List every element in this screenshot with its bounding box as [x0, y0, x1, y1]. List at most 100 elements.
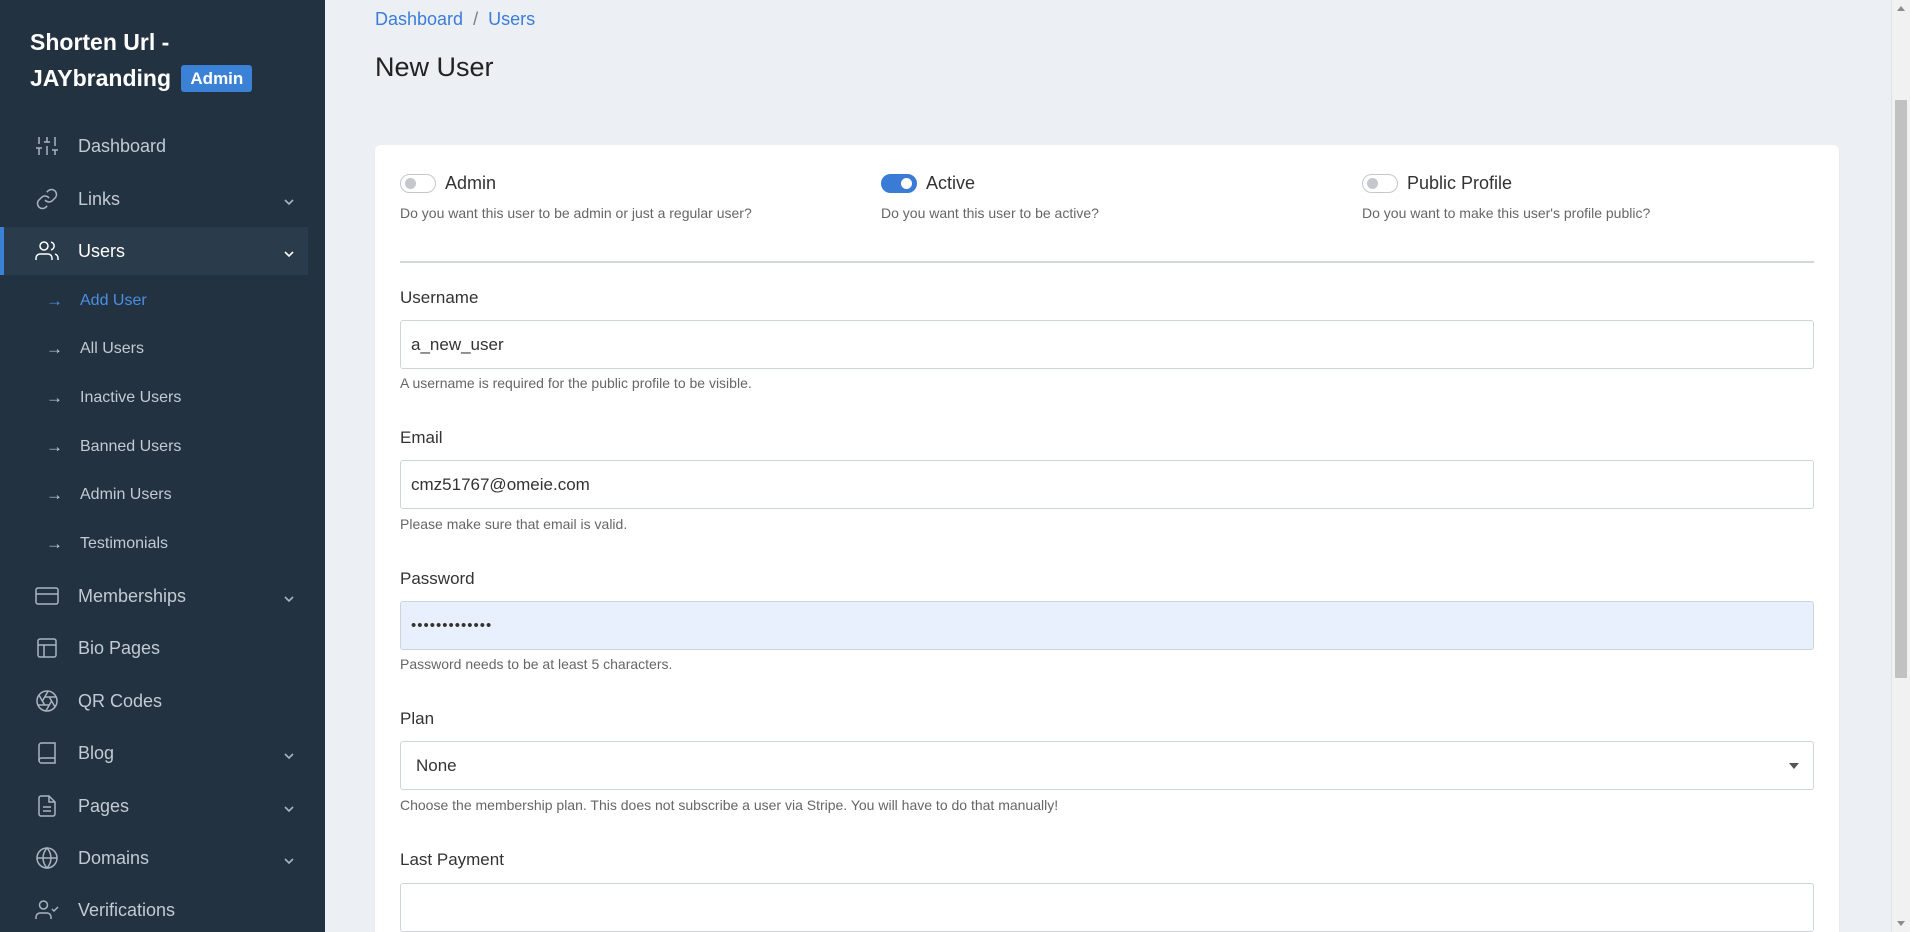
email-label: Email: [400, 428, 443, 447]
email-field[interactable]: cmz51767@omeie.com: [400, 460, 1814, 509]
public-profile-toggle-label: Public Profile: [1407, 172, 1513, 193]
submenu-item-label: Testimonials: [80, 535, 169, 552]
sidebar-item-label: Blog: [78, 742, 115, 763]
breadcrumb: Dashboard / Users: [375, 9, 535, 30]
password-field[interactable]: •••••••••••••: [400, 601, 1814, 650]
sidebar-item-label: Users: [78, 240, 126, 261]
active-toggle-help: Do you want this user to be active?: [881, 205, 1099, 221]
user-check-icon: [34, 897, 60, 923]
submenu-item-testimonials[interactable]: → Testimonials: [0, 524, 325, 564]
password-value: •••••••••••••: [411, 617, 493, 634]
sidebar-item-label: Memberships: [78, 585, 187, 606]
breadcrumb-separator: /: [473, 9, 479, 29]
public-profile-toggle-group: Public Profile Do you want to make this …: [1362, 171, 1762, 221]
sidebar-item-dashboard[interactable]: Dashboard: [0, 122, 325, 170]
credit-card-icon: [34, 583, 60, 609]
submenu-item-add-user[interactable]: → Add User: [0, 281, 325, 321]
sidebar: Shorten Url - JAYbranding Admin Dashboar…: [0, 0, 325, 932]
link-icon: [34, 186, 60, 212]
password-label: Password: [400, 569, 475, 588]
sidebar-item-label: Bio Pages: [78, 637, 161, 658]
active-toggle[interactable]: [881, 173, 917, 193]
email-value: cmz51767@omeie.com: [411, 474, 590, 494]
arrow-right-icon: →: [46, 291, 63, 310]
arrow-right-icon: →: [46, 388, 63, 407]
aperture-icon: [34, 688, 60, 714]
sidebar-item-blog[interactable]: Blog: [0, 729, 325, 777]
divider: [400, 261, 1814, 263]
sliders-icon: [34, 133, 60, 159]
submenu-item-inactive-users[interactable]: → Inactive Users: [0, 378, 325, 418]
plan-selected-value: None: [416, 755, 457, 775]
last-payment-label: Last Payment: [400, 850, 504, 869]
layout-icon: [34, 635, 60, 661]
submenu-item-label: All Users: [80, 340, 145, 357]
arrow-right-icon: →: [46, 339, 63, 358]
sidebar-item-label: QR Codes: [78, 690, 163, 711]
public-profile-toggle-help: Do you want to make this user's profile …: [1362, 205, 1651, 221]
new-user-form-card: Admin Do you want this user to be admin …: [375, 145, 1839, 932]
password-help: Password needs to be at least 5 characte…: [400, 656, 673, 672]
chevron-down-icon: [283, 746, 295, 760]
submenu-item-banned-users[interactable]: → Banned Users: [0, 427, 325, 467]
sidebar-item-label: Pages: [78, 795, 130, 816]
sidebar-item-qr-codes[interactable]: QR Codes: [0, 677, 325, 725]
submenu-item-label: Inactive Users: [80, 389, 182, 406]
chevron-down-icon: [283, 244, 295, 258]
sidebar-item-memberships[interactable]: Memberships: [0, 572, 325, 620]
users-icon: [34, 238, 60, 264]
sidebar-item-verifications[interactable]: Verifications: [0, 886, 325, 932]
sidebar-item-label: Links: [78, 188, 121, 209]
admin-toggle-label: Admin: [445, 172, 497, 193]
arrow-right-icon: →: [46, 485, 63, 504]
page-title: New User: [375, 52, 494, 82]
chevron-down-icon: [283, 851, 295, 865]
username-field[interactable]: a_new_user: [400, 320, 1814, 369]
email-help: Please make sure that email is valid.: [400, 516, 628, 532]
scroll-up-icon[interactable]: [1897, 6, 1905, 11]
username-help: A username is required for the public pr…: [400, 375, 752, 391]
active-toggle-group: Active Do you want this user to be activ…: [881, 171, 1281, 221]
sidebar-item-bio-pages[interactable]: Bio Pages: [0, 624, 325, 672]
submenu-item-label: Banned Users: [80, 438, 182, 455]
sidebar-item-domains[interactable]: Domains: [0, 834, 325, 882]
sidebar-item-users[interactable]: Users: [0, 227, 308, 275]
sidebar-item-label: Verifications: [78, 899, 176, 920]
scrollbar-thumb[interactable]: [1895, 100, 1907, 678]
brand[interactable]: Shorten Url - JAYbranding Admin: [30, 24, 310, 96]
sidebar-item-label: Dashboard: [78, 135, 167, 156]
admin-badge: Admin: [181, 65, 253, 92]
submenu-item-admin-users[interactable]: → Admin Users: [0, 475, 325, 515]
active-toggle-label: Active: [926, 172, 976, 193]
last-payment-field[interactable]: [400, 883, 1814, 932]
caret-down-icon: [1789, 763, 1799, 769]
username-value: a_new_user: [411, 334, 504, 354]
public-profile-toggle[interactable]: [1362, 173, 1398, 193]
submenu-item-all-users[interactable]: → All Users: [0, 329, 325, 369]
plan-help: Choose the membership plan. This does no…: [400, 797, 1059, 813]
file-text-icon: [34, 793, 60, 819]
chevron-down-icon: [283, 589, 295, 603]
chevron-down-icon: [283, 192, 295, 206]
scroll-down-icon[interactable]: [1897, 921, 1905, 926]
username-label: Username: [400, 288, 479, 307]
globe-icon: [34, 845, 60, 871]
page-scrollbar[interactable]: [1891, 0, 1910, 932]
admin-toggle-help: Do you want this user to be admin or jus…: [400, 205, 752, 221]
chevron-down-icon: [283, 799, 295, 813]
breadcrumb-dashboard-link[interactable]: Dashboard: [375, 9, 463, 30]
brand-title: Shorten Url - JAYbranding: [30, 29, 172, 91]
book-icon: [34, 740, 60, 766]
submenu-item-label: Admin Users: [80, 486, 172, 503]
plan-select[interactable]: None: [400, 741, 1814, 790]
submenu-item-label: Add User: [80, 292, 147, 309]
admin-toggle[interactable]: [400, 173, 436, 193]
arrow-right-icon: →: [46, 437, 63, 456]
arrow-right-icon: →: [46, 534, 63, 553]
sidebar-item-label: Domains: [78, 847, 150, 868]
breadcrumb-users-link[interactable]: Users: [488, 9, 535, 30]
sidebar-item-pages[interactable]: Pages: [0, 782, 325, 830]
admin-toggle-group: Admin Do you want this user to be admin …: [400, 171, 800, 221]
sidebar-item-links[interactable]: Links: [0, 175, 325, 223]
plan-label: Plan: [400, 709, 435, 728]
